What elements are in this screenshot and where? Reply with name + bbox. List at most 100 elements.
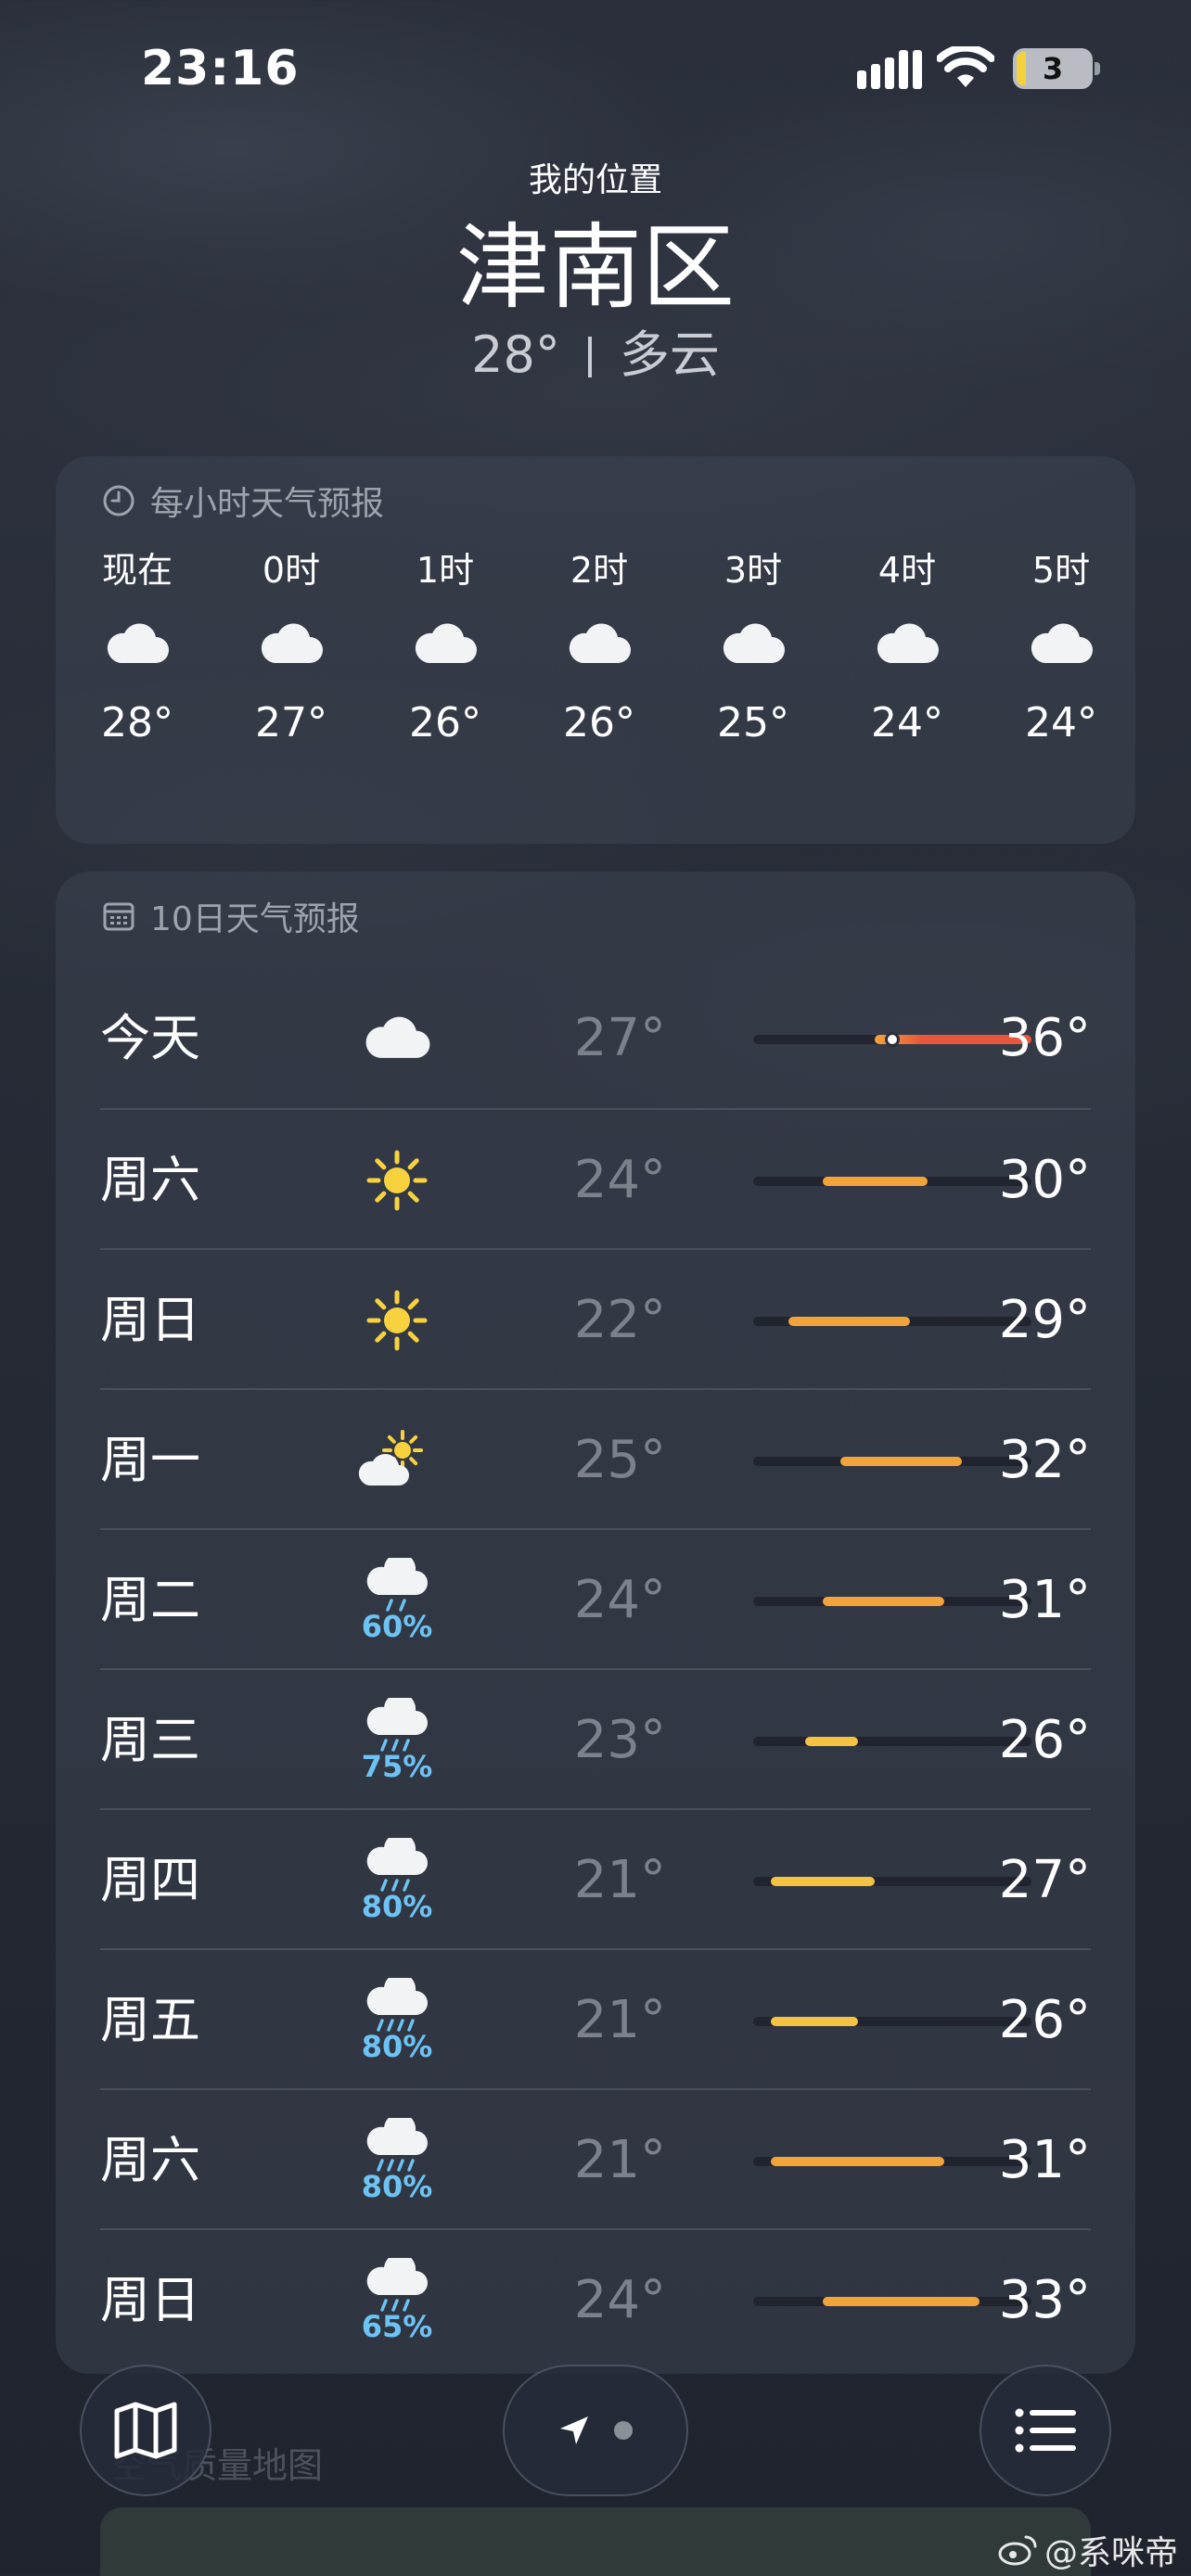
- low-temperature: 24°: [573, 1570, 666, 1630]
- heavy-rain-icon: 80%: [341, 2090, 453, 2230]
- day-row[interactable]: 今天 27° 36°: [100, 968, 1091, 1108]
- hourly-forecast-title: 每小时天气预报: [102, 477, 384, 525]
- hour-temperature: 24°: [1025, 699, 1097, 746]
- my-location-label: 我的位置: [528, 161, 662, 199]
- day-row[interactable]: 周日 65% 24° 33°: [100, 2228, 1091, 2368]
- location-arrow-icon: [560, 2417, 588, 2444]
- calendar-icon: [103, 902, 134, 931]
- temperature-range-fill: [823, 1597, 945, 1606]
- status-bar: 23:16 3: [0, 0, 1191, 139]
- cloud-icon: [390, 593, 501, 695]
- precipitation-chance: 65%: [361, 2308, 433, 2344]
- day-name: 周三: [100, 1711, 200, 1769]
- precipitation-chance: 80%: [361, 1888, 433, 1924]
- day-name: 今天: [100, 1009, 200, 1067]
- day-row[interactable]: 周二 60% 24° 31°: [100, 1528, 1091, 1668]
- high-temperature: 27°: [998, 1850, 1091, 1910]
- hour-column: 5时 24°: [1005, 547, 1117, 751]
- low-temperature: 21°: [573, 2130, 666, 2190]
- temperature-range-bar: [753, 1177, 1031, 1186]
- weibo-logo-icon: [998, 2535, 1037, 2566]
- page-dot: [614, 2421, 633, 2440]
- hour-label: 1时: [416, 550, 475, 591]
- wifi-icon: [937, 46, 994, 87]
- hour-column: 1时 26°: [390, 547, 501, 751]
- hour-label: 5时: [1031, 550, 1091, 591]
- cloud-icon: [852, 593, 963, 695]
- battery-icon: 3: [1013, 48, 1100, 89]
- temperature-range-bar: [753, 2017, 1031, 2026]
- hour-label: 3时: [724, 550, 783, 591]
- cloud-icon: [1005, 593, 1117, 695]
- hour-label: 4时: [877, 550, 937, 591]
- ten-day-forecast-card[interactable]: 10日天气预报 今天 27° 36° 周六 24° 30° 周日 22° 29° 周一 25° 32°…: [56, 872, 1135, 2374]
- light-rain-icon: 60%: [341, 1530, 453, 1670]
- temperature-range-bar: [753, 1317, 1031, 1326]
- day-row[interactable]: 周六 24° 30°: [100, 1108, 1091, 1248]
- low-temperature: 21°: [573, 1990, 666, 2050]
- day-name: 周日: [100, 2271, 200, 2329]
- hour-column: 4时 24°: [852, 547, 963, 751]
- temperature-range-bar: [753, 1032, 1031, 1047]
- temperature-range-bar: [753, 1737, 1031, 1746]
- cloud-icon: [341, 968, 453, 1108]
- hourly-forecast-card[interactable]: 每小时天气预报 现在 28° 0时 27° 1时 26° 2时 26° 3时 25° 4时 24° 5时…: [56, 456, 1135, 844]
- day-row[interactable]: 周三 75% 23° 26°: [100, 1668, 1091, 1808]
- temperature-range-fill: [788, 1317, 910, 1326]
- cloud-icon: [698, 593, 809, 695]
- city-list-button[interactable]: [980, 2365, 1111, 2496]
- day-row[interactable]: 周一 25° 32°: [100, 1388, 1091, 1528]
- partly-cloudy-icon: [341, 1390, 453, 1530]
- low-temperature: 22°: [573, 1290, 666, 1350]
- hour-temperature: 26°: [563, 699, 635, 746]
- day-name: 周四: [100, 1851, 200, 1909]
- temperature-range-fill: [770, 2157, 945, 2166]
- hour-temperature: 27°: [255, 699, 327, 746]
- hour-label: 0时: [262, 550, 321, 591]
- low-temperature: 27°: [573, 1008, 666, 1068]
- precipitation-chance: 60%: [361, 1608, 433, 1644]
- current-condition: 多云: [619, 325, 720, 384]
- day-row[interactable]: 周五 80% 21° 26°: [100, 1948, 1091, 2088]
- temperature-range-bar: [753, 1877, 1031, 1886]
- low-temperature: 21°: [573, 1850, 666, 1910]
- temperature-range-bar: [753, 2297, 1031, 2306]
- map-icon: [114, 2402, 177, 2459]
- day-row[interactable]: 周日 22° 29°: [100, 1248, 1091, 1388]
- day-row[interactable]: 周六 80% 21° 31°: [100, 2088, 1091, 2228]
- hour-temperature: 25°: [717, 699, 789, 746]
- hour-column: 3时 25°: [698, 547, 809, 751]
- low-temperature: 25°: [573, 1430, 666, 1490]
- rain-icon: 80%: [341, 1810, 453, 1950]
- precipitation-chance: 75%: [361, 1748, 433, 1784]
- daily-title-text: 10日天气预报: [150, 900, 360, 938]
- low-temperature: 24°: [573, 2270, 666, 2330]
- temperature-range-bar: [753, 1457, 1031, 1466]
- sun-icon: [341, 1250, 453, 1390]
- precipitation-chance: 80%: [361, 2168, 433, 2204]
- map-button[interactable]: [80, 2365, 211, 2496]
- cloud-icon: [544, 593, 655, 695]
- clock-icon: [103, 485, 134, 516]
- daily-forecast-title: 10日天气预报: [102, 892, 360, 940]
- status-time: 23:16: [141, 41, 300, 96]
- hour-label: 现在: [101, 550, 173, 591]
- city-name: 津南区: [456, 213, 735, 322]
- hour-column: 2时 26°: [544, 547, 655, 751]
- separator: [587, 337, 592, 377]
- day-row[interactable]: 周四 80% 21° 27°: [100, 1808, 1091, 1948]
- hour-label: 2时: [570, 550, 629, 591]
- hour-column: 现在 28°: [82, 547, 193, 751]
- location-pager[interactable]: [503, 2365, 688, 2496]
- air-quality-map-preview[interactable]: [100, 2507, 1091, 2576]
- day-name: 周五: [100, 1991, 200, 2049]
- high-temperature: 26°: [998, 1990, 1091, 2050]
- location-header: 我的位置 津南区 28° 多云: [0, 158, 1191, 388]
- watermark: @系咪帝: [998, 2526, 1178, 2574]
- rain-icon: 65%: [341, 2230, 453, 2370]
- temperature-range-bar: [753, 1597, 1031, 1606]
- low-temperature: 24°: [573, 1150, 666, 1210]
- sun-icon: [341, 1110, 453, 1250]
- rain-icon: 75%: [341, 1670, 453, 1810]
- cellular-signal-icon: [857, 50, 922, 89]
